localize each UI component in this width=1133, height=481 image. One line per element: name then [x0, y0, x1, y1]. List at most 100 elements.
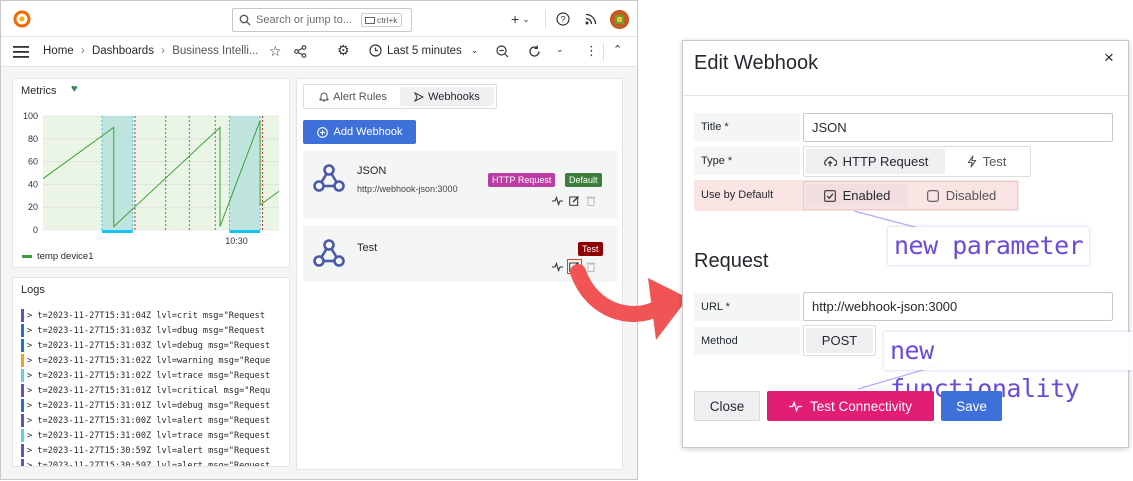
rss-news-icon[interactable]	[585, 13, 597, 25]
close-button[interactable]: Close	[694, 391, 760, 421]
pulse-test-icon[interactable]	[552, 195, 563, 206]
log-text: > t=2023-11-27T15:31:01Z lvl=critical ms…	[27, 385, 271, 396]
close-icon[interactable]: ×	[1104, 48, 1114, 68]
badge-http-request: HTTP Request	[488, 173, 556, 187]
log-line[interactable]: > t=2023-11-27T15:31:02Z lvl=warning msg…	[21, 353, 289, 368]
title-label: Title *	[694, 113, 800, 141]
svg-text:?: ?	[560, 15, 565, 25]
webhook-icon	[313, 239, 345, 267]
use-by-default-label: Use by Default	[701, 189, 774, 201]
option-label: HTTP Request	[842, 154, 929, 169]
legend-label[interactable]: temp device1	[37, 251, 94, 262]
option-label: Test	[982, 154, 1007, 169]
pulse-test-icon[interactable]	[552, 261, 563, 272]
y-tick-label: 40	[28, 179, 38, 189]
log-text: > t=2023-11-27T15:31:02Z lvl=trace msg="…	[27, 370, 271, 381]
pulse-icon	[788, 400, 802, 412]
option-label: Disabled	[945, 188, 997, 203]
log-line[interactable]: > t=2023-11-27T15:31:03Z lvl=dbug msg="R…	[21, 323, 289, 338]
refresh-icon[interactable]	[528, 45, 541, 58]
star-icon[interactable]: ☆	[269, 43, 282, 60]
url-label: URL *	[694, 293, 800, 321]
search-icon	[239, 14, 251, 26]
log-line[interactable]: > t=2023-11-27T15:31:03Z lvl=debug msg="…	[21, 338, 289, 353]
log-line[interactable]: > t=2023-11-27T15:31:01Z lvl=critical ms…	[21, 383, 289, 398]
log-level-bar	[21, 309, 24, 322]
webhook-card-json[interactable]: JSON http://webhook-json:3000 HTTP Reque…	[303, 151, 618, 219]
log-text: > t=2023-11-27T15:31:04Z lvl=crit msg="R…	[27, 310, 265, 321]
menu-icon[interactable]	[13, 46, 29, 58]
dashboard-window: Search or jump to... ctrl+k + ⌄ ? Home ›	[0, 0, 638, 480]
help-icon[interactable]: ?	[556, 12, 570, 26]
default-option-enabled[interactable]: Enabled	[806, 184, 908, 207]
type-option-http-request[interactable]: HTTP Request	[806, 149, 945, 174]
log-text: > t=2023-11-27T15:31:02Z lvl=warning msg…	[27, 355, 271, 366]
log-line[interactable]: > t=2023-11-27T15:31:02Z lvl=trace msg="…	[21, 368, 289, 383]
button-label: Test Connectivity	[809, 398, 913, 414]
chevron-up-icon[interactable]: ⌃	[613, 43, 622, 56]
shortcut-hint: ctrl+k	[361, 13, 402, 27]
tab-label: Alert Rules	[333, 90, 387, 103]
tab-webhooks[interactable]: Webhooks	[400, 87, 494, 106]
search-box[interactable]: Search or jump to... ctrl+k	[232, 8, 412, 32]
tab-alert-rules[interactable]: Alert Rules	[306, 87, 400, 106]
method-option-post[interactable]: POST	[806, 328, 873, 353]
tab-group: Alert Rules Webhooks	[303, 84, 497, 109]
badge-default: Default	[565, 173, 602, 187]
metrics-chart: 100 80 60 40 20 0 10:30	[23, 111, 280, 245]
add-webhook-button[interactable]: Add Webhook	[303, 120, 416, 144]
grafana-logo-icon[interactable]	[13, 10, 31, 28]
url-input[interactable]: http://webhook-json:3000	[803, 292, 1113, 321]
title-input[interactable]: JSON	[803, 113, 1113, 142]
log-line[interactable]: > t=2023-11-27T15:31:01Z lvl=debug msg="…	[21, 398, 289, 413]
log-text: > t=2023-11-27T15:31:03Z lvl=debug msg="…	[27, 340, 271, 351]
log-line[interactable]: > t=2023-11-27T15:30:59Z lvl=alert msg="…	[21, 458, 289, 466]
type-option-test[interactable]: Test	[945, 149, 1028, 174]
log-line[interactable]: > t=2023-11-27T15:30:59Z lvl=alert msg="…	[21, 443, 289, 458]
edit-icon[interactable]	[569, 195, 580, 206]
heart-icon: ♥	[71, 83, 78, 95]
y-tick-label: 80	[28, 134, 38, 144]
chevron-down-icon[interactable]: ⌄	[556, 44, 564, 55]
legend: temp device1	[22, 251, 94, 262]
divider	[603, 43, 604, 61]
log-text: > t=2023-11-27T15:31:00Z lvl=trace msg="…	[27, 430, 271, 441]
log-line[interactable]: > t=2023-11-27T15:31:04Z lvl=crit msg="R…	[21, 308, 289, 323]
y-tick-label: 60	[28, 157, 38, 167]
log-level-bar	[21, 369, 24, 382]
breadcrumb-separator: ›	[80, 45, 85, 57]
breadcrumb-home[interactable]: Home	[43, 45, 74, 57]
share-icon[interactable]	[294, 45, 307, 58]
log-level-bar	[21, 339, 24, 352]
x-tick-label: 10:30	[225, 236, 248, 245]
type-radio-group: HTTP Request Test	[803, 146, 1031, 177]
log-line[interactable]: > t=2023-11-27T15:31:00Z lvl=alert msg="…	[21, 413, 289, 428]
curved-arrow	[570, 264, 688, 340]
zoom-out-icon[interactable]	[496, 45, 509, 58]
trash-icon[interactable]	[586, 195, 596, 206]
card-actions	[552, 195, 596, 206]
log-list: > t=2023-11-27T15:31:04Z lvl=crit msg="R…	[21, 308, 289, 466]
time-picker[interactable]: Last 5 minutes ⌄	[369, 44, 478, 57]
user-avatar[interactable]	[610, 10, 629, 29]
save-button[interactable]: Save	[941, 391, 1002, 421]
divider	[683, 95, 1128, 96]
settings-gear-icon[interactable]: ⚙	[337, 42, 350, 59]
breadcrumb-dashboards[interactable]: Dashboards	[92, 45, 154, 57]
y-tick-label: 20	[28, 202, 38, 212]
log-line[interactable]: > t=2023-11-27T15:31:00Z lvl=trace msg="…	[21, 428, 289, 443]
default-option-disabled[interactable]: Disabled	[908, 184, 1015, 207]
option-label: Enabled	[842, 188, 891, 203]
button-label: Add Webhook	[333, 126, 403, 138]
new-button[interactable]: + ⌄	[511, 11, 530, 27]
log-text: > t=2023-11-27T15:30:59Z lvl=alert msg="…	[27, 445, 271, 456]
breadcrumb-current[interactable]: Business Intelli...	[172, 45, 258, 57]
more-vertical-icon[interactable]: ⋮	[585, 43, 598, 59]
panel-title: Metrics	[21, 85, 57, 97]
cloud-upload-icon	[823, 156, 837, 167]
clock-icon	[369, 44, 382, 57]
log-text: > t=2023-11-27T15:31:03Z lvl=dbug msg="R…	[27, 325, 265, 336]
divider	[545, 10, 546, 28]
test-connectivity-button[interactable]: Test Connectivity	[767, 391, 934, 421]
panel-title: Logs	[21, 284, 45, 296]
